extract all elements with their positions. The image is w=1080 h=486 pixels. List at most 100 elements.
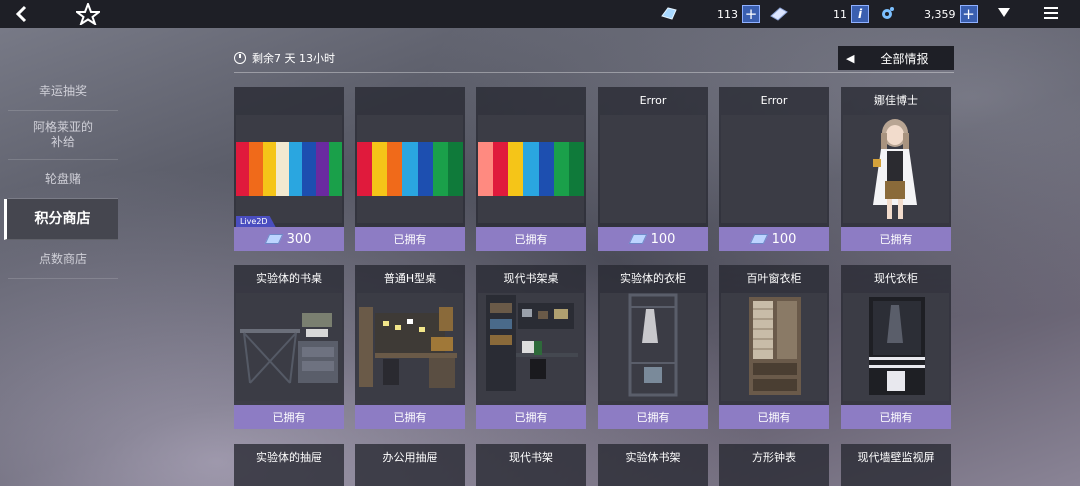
shop-item-card[interactable]: 方形钟表 xyxy=(719,444,829,486)
clock-icon xyxy=(234,52,246,64)
item-status: 已拥有 xyxy=(355,227,465,251)
desk-image xyxy=(240,313,338,384)
shop-item-card[interactable]: 现代墙壁监视屏 xyxy=(841,444,951,486)
shop-item-card[interactable]: Error 100 xyxy=(719,87,829,251)
resource-ticket: 11 i xyxy=(833,4,869,24)
shop-item-card[interactable]: Error 100 xyxy=(598,87,708,251)
resource-crystal: 113 + xyxy=(717,4,760,24)
sidebar-item-credit-shop[interactable]: 点数商店 xyxy=(8,240,118,279)
shop-item-card[interactable]: 已拥有 xyxy=(476,87,586,251)
item-image xyxy=(357,293,463,401)
shop-item-card[interactable]: 娜佳博士 已拥有 xyxy=(841,87,951,251)
item-title: 实验体的书桌 xyxy=(256,272,322,285)
shop-item-card[interactable]: 实验体的衣柜 已拥有 xyxy=(598,265,708,429)
dropdown-arrow-icon[interactable] xyxy=(998,8,1010,17)
shop-item-card[interactable]: 实验体书架 xyxy=(598,444,708,486)
item-title: 方形钟表 xyxy=(752,451,796,464)
menu-icon[interactable] xyxy=(1044,7,1058,21)
item-status: 已拥有 xyxy=(841,227,951,251)
item-title: 现代墙壁监视屏 xyxy=(857,451,935,464)
points-count: 3,359 xyxy=(924,7,956,21)
shop-item-card[interactable]: 普通H型桌 已拥有 xyxy=(355,265,465,429)
item-status: 已拥有 xyxy=(476,227,586,251)
item-title: 现代衣柜 xyxy=(874,272,918,285)
color-bars-image xyxy=(357,142,463,196)
sidebar-item-points-shop[interactable]: 积分商店 xyxy=(4,199,118,240)
chevron-left-icon: ◀ xyxy=(846,51,855,65)
sidebar-item-lucky-draw[interactable]: 幸运抽奖 xyxy=(8,72,118,111)
sidebar-item-label: 点数商店 xyxy=(38,251,87,266)
color-bars-image xyxy=(478,142,584,196)
item-image xyxy=(236,293,342,401)
item-title xyxy=(355,87,465,115)
sidebar-item-label: 阿格莱亚的补给 xyxy=(32,120,93,149)
live2d-badge: Live2D xyxy=(236,216,276,227)
ticket-icon xyxy=(749,234,768,244)
item-image xyxy=(721,115,827,223)
price-value: 300 xyxy=(286,231,312,247)
info-button[interactable]: i xyxy=(851,5,869,23)
all-info-label: 全部情报 xyxy=(880,51,929,66)
item-status: 已拥有 xyxy=(234,405,344,429)
wardrobe-image xyxy=(628,293,678,397)
item-image xyxy=(478,293,584,401)
item-image xyxy=(600,293,706,401)
item-title xyxy=(234,87,344,115)
star-logo-icon[interactable] xyxy=(76,3,100,25)
h-desk-image xyxy=(359,307,457,388)
color-bars-image xyxy=(236,142,342,196)
modern-wardrobe-image xyxy=(869,297,925,395)
add-crystal-button[interactable]: + xyxy=(742,5,760,23)
item-title: Error xyxy=(760,94,788,107)
shop-item-card[interactable]: 实验体的抽屉 xyxy=(234,444,344,486)
item-title xyxy=(476,87,586,115)
item-image xyxy=(843,115,949,223)
sidebar-item-label: 幸运抽奖 xyxy=(38,83,87,98)
sidebar-item-label: 积分商店 xyxy=(34,210,91,227)
shop-item-card[interactable]: 现代书架桌 已拥有 xyxy=(476,265,586,429)
ticket-count: 11 xyxy=(833,7,847,21)
ticket-icon xyxy=(770,7,788,21)
item-title: 现代书架桌 xyxy=(503,272,559,285)
item-status: 已拥有 xyxy=(355,405,465,429)
item-image xyxy=(357,115,463,223)
price-value: 100 xyxy=(771,231,797,247)
item-image xyxy=(236,115,342,223)
price-value: 100 xyxy=(650,231,676,247)
shop-item-card[interactable]: 现代书架 xyxy=(476,444,586,486)
item-price[interactable]: 100 xyxy=(598,227,708,251)
shop-item-card[interactable]: 现代衣柜 已拥有 xyxy=(841,265,951,429)
louvered-wardrobe-image xyxy=(749,297,801,395)
item-title: 百叶窗衣柜 xyxy=(746,272,802,285)
shop-item-card[interactable]: 实验体的书桌 已拥有 xyxy=(234,265,344,429)
item-price[interactable]: 100 xyxy=(719,227,829,251)
shop-item-card[interactable]: 办公用抽屉 xyxy=(355,444,465,486)
sidebar: 幸运抽奖 阿格莱亚的补给 轮盘赌 积分商店 点数商店 xyxy=(4,72,118,279)
bookshelf-desk-image xyxy=(486,295,578,391)
item-image xyxy=(478,115,584,223)
character-portrait-image xyxy=(873,119,917,219)
item-title: 娜佳博士 xyxy=(874,94,918,107)
crystal-count: 113 xyxy=(717,7,738,21)
all-info-button[interactable]: ◀ 全部情报 xyxy=(838,46,954,70)
item-title: 现代书架 xyxy=(509,451,553,464)
shop-item-card[interactable]: 百叶窗衣柜 已拥有 xyxy=(719,265,829,429)
gear-coin-icon xyxy=(882,7,894,19)
item-status: 已拥有 xyxy=(598,405,708,429)
top-bar: 113 + 11 i 3,359 + xyxy=(0,0,1080,28)
timer-text: 剩余7 天 13小时 xyxy=(252,52,335,65)
item-image xyxy=(721,293,827,401)
sidebar-item-aglaea-supply[interactable]: 阿格莱亚的补给 xyxy=(8,111,118,160)
item-status: 已拥有 xyxy=(841,405,951,429)
back-arrow-icon[interactable] xyxy=(12,4,32,24)
shop-item-card[interactable]: 已拥有 xyxy=(355,87,465,251)
item-title: Error xyxy=(639,94,667,107)
shop-item-card[interactable]: Live2D 300 xyxy=(234,87,344,251)
item-image xyxy=(600,115,706,223)
item-title: 实验体的抽屉 xyxy=(256,451,322,464)
add-points-button[interactable]: + xyxy=(959,5,978,23)
ticket-icon xyxy=(264,234,283,244)
item-price[interactable]: 300 xyxy=(234,227,344,251)
crystal-icon xyxy=(661,7,677,20)
sidebar-item-roulette[interactable]: 轮盘赌 xyxy=(8,160,118,199)
